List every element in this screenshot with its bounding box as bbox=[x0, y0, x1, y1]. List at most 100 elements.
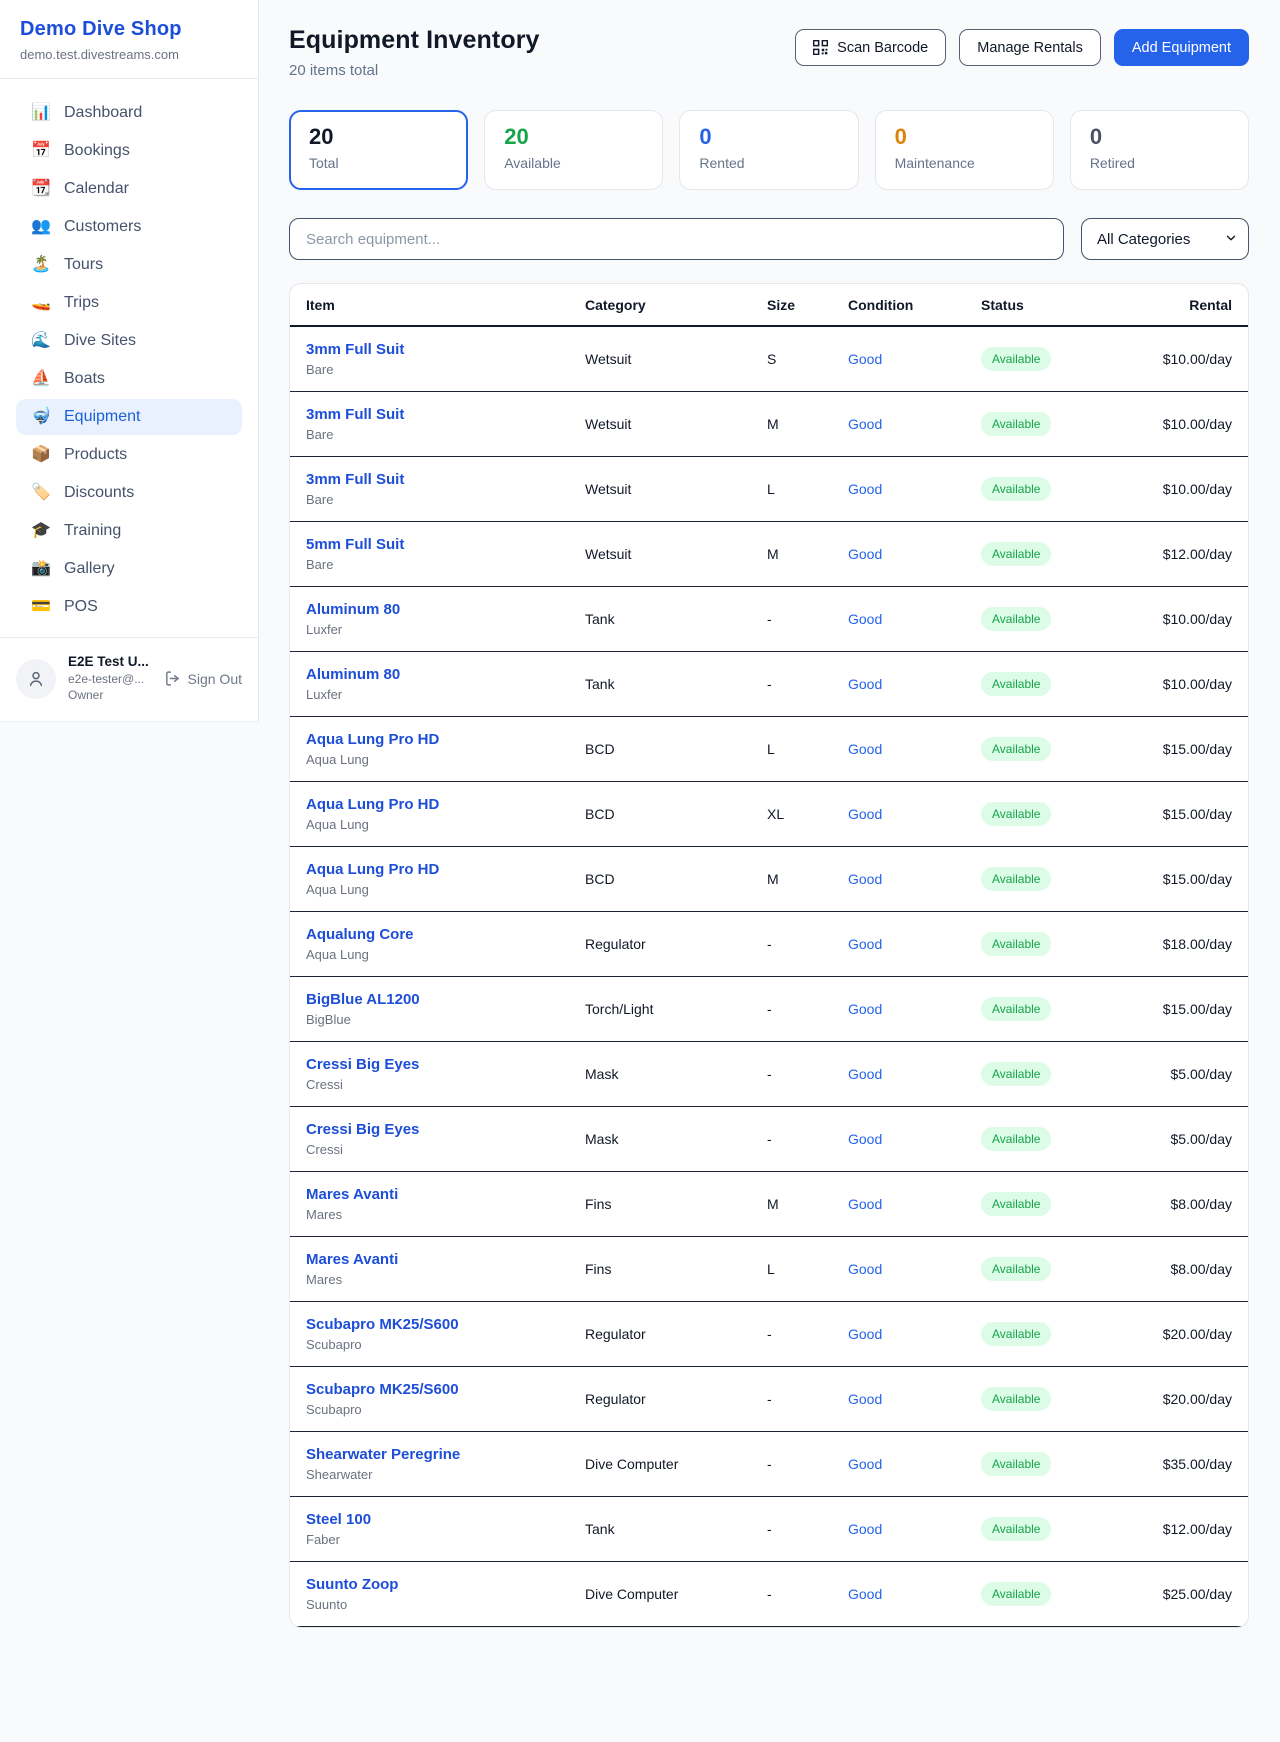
item-name-link[interactable]: Mares Avanti bbox=[306, 1251, 398, 1268]
sidebar: Demo Dive Shop demo.test.divestreams.com… bbox=[0, 0, 259, 722]
manage-rentals-button[interactable]: Manage Rentals bbox=[959, 29, 1101, 66]
item-name-link[interactable]: Aqua Lung Pro HD bbox=[306, 731, 439, 748]
item-cell: Aluminum 80 Luxfer bbox=[306, 666, 585, 702]
condition-link[interactable]: Good bbox=[848, 676, 882, 692]
item-size: - bbox=[767, 1326, 848, 1342]
condition-link[interactable]: Good bbox=[848, 936, 882, 952]
table-row: Shearwater Peregrine Shearwater Dive Com… bbox=[290, 1432, 1248, 1497]
stat-value: 0 bbox=[699, 124, 838, 150]
sidebar-item-label: Dive Sites bbox=[64, 332, 136, 350]
condition-link[interactable]: Good bbox=[848, 871, 882, 887]
sidebar-item-calendar[interactable]: 📆 Calendar bbox=[16, 171, 242, 207]
condition-link[interactable]: Good bbox=[848, 1001, 882, 1017]
sidebar-item-label: Training bbox=[64, 522, 121, 540]
item-rental: $18.00/day bbox=[1109, 936, 1232, 952]
table-row: Aqua Lung Pro HD Aqua Lung BCD XL Good A… bbox=[290, 782, 1248, 847]
sidebar-item-trips[interactable]: 🚤 Trips bbox=[16, 285, 242, 321]
condition-link[interactable]: Good bbox=[848, 1521, 882, 1537]
stat-card-retired[interactable]: 0 Retired bbox=[1070, 110, 1249, 190]
sidebar-item-training[interactable]: 🎓 Training bbox=[16, 513, 242, 549]
sidebar-item-bookings[interactable]: 📅 Bookings bbox=[16, 133, 242, 169]
sidebar-item-equipment[interactable]: 🤿 Equipment bbox=[16, 399, 242, 435]
stat-card-maintenance[interactable]: 0 Maintenance bbox=[875, 110, 1054, 190]
item-cell: Mares Avanti Mares bbox=[306, 1251, 585, 1287]
item-name-link[interactable]: 3mm Full Suit bbox=[306, 471, 404, 488]
sidebar-item-discounts[interactable]: 🏷️ Discounts bbox=[16, 475, 242, 511]
stat-value: 20 bbox=[309, 124, 448, 150]
item-size: L bbox=[767, 1261, 848, 1277]
sidebar-item-dashboard[interactable]: 📊 Dashboard bbox=[16, 95, 242, 131]
sidebar-item-tours[interactable]: 🏝️ Tours bbox=[16, 247, 242, 283]
stat-card-total[interactable]: 20 Total bbox=[289, 110, 468, 190]
condition-link[interactable]: Good bbox=[848, 611, 882, 627]
sidebar-item-pos[interactable]: 💳 POS bbox=[16, 589, 242, 625]
condition-link[interactable]: Good bbox=[848, 806, 882, 822]
item-name-link[interactable]: Cressi Big Eyes bbox=[306, 1121, 419, 1138]
condition-cell: Good bbox=[848, 1456, 981, 1472]
condition-link[interactable]: Good bbox=[848, 741, 882, 757]
item-name-link[interactable]: Aluminum 80 bbox=[306, 601, 400, 618]
item-name-link[interactable]: Shearwater Peregrine bbox=[306, 1446, 460, 1463]
item-size: - bbox=[767, 611, 848, 627]
category-select[interactable]: All Categories bbox=[1081, 218, 1249, 260]
condition-link[interactable]: Good bbox=[848, 1196, 882, 1212]
item-brand: Suunto bbox=[306, 1597, 585, 1612]
add-equipment-button[interactable]: Add Equipment bbox=[1114, 29, 1249, 66]
category-select-wrap: All Categories bbox=[1081, 218, 1249, 260]
item-cell: Aqua Lung Pro HD Aqua Lung bbox=[306, 796, 585, 832]
condition-link[interactable]: Good bbox=[848, 1066, 882, 1082]
stat-card-rented[interactable]: 0 Rented bbox=[679, 110, 858, 190]
item-name-link[interactable]: Suunto Zoop bbox=[306, 1576, 398, 1593]
sidebar-item-products[interactable]: 📦 Products bbox=[16, 437, 242, 473]
user-email: e2e-tester@... bbox=[68, 671, 152, 687]
status-cell: Available bbox=[981, 607, 1109, 631]
item-rental: $35.00/day bbox=[1109, 1456, 1232, 1472]
condition-link[interactable]: Good bbox=[848, 1261, 882, 1277]
item-name-link[interactable]: Aqualung Core bbox=[306, 926, 414, 943]
item-rental: $10.00/day bbox=[1109, 611, 1232, 627]
sidebar-item-gallery[interactable]: 📸 Gallery bbox=[16, 551, 242, 587]
status-badge: Available bbox=[981, 607, 1051, 631]
item-name-link[interactable]: Scubapro MK25/S600 bbox=[306, 1381, 459, 1398]
item-cell: Aluminum 80 Luxfer bbox=[306, 601, 585, 637]
table-row: Steel 100 Faber Tank - Good Available $1… bbox=[290, 1497, 1248, 1562]
sidebar-item-label: POS bbox=[64, 598, 98, 616]
condition-link[interactable]: Good bbox=[848, 1131, 882, 1147]
barcode-icon bbox=[813, 40, 828, 55]
condition-link[interactable]: Good bbox=[848, 481, 882, 497]
stat-card-available[interactable]: 20 Available bbox=[484, 110, 663, 190]
item-size: - bbox=[767, 936, 848, 952]
search-input[interactable] bbox=[289, 218, 1064, 260]
stat-label: Retired bbox=[1090, 155, 1229, 171]
item-name-link[interactable]: Aqua Lung Pro HD bbox=[306, 796, 439, 813]
item-name-link[interactable]: Aluminum 80 bbox=[306, 666, 400, 683]
condition-link[interactable]: Good bbox=[848, 1326, 882, 1342]
item-rental: $20.00/day bbox=[1109, 1391, 1232, 1407]
condition-link[interactable]: Good bbox=[848, 546, 882, 562]
item-name-link[interactable]: Aqua Lung Pro HD bbox=[306, 861, 439, 878]
item-name-link[interactable]: 3mm Full Suit bbox=[306, 341, 404, 358]
item-cell: BigBlue AL1200 BigBlue bbox=[306, 991, 585, 1027]
sign-out-button[interactable]: Sign Out bbox=[164, 670, 244, 687]
status-cell: Available bbox=[981, 1452, 1109, 1476]
item-name-link[interactable]: 3mm Full Suit bbox=[306, 406, 404, 423]
sidebar-item-customers[interactable]: 👥 Customers bbox=[16, 209, 242, 245]
condition-link[interactable]: Good bbox=[848, 416, 882, 432]
condition-link[interactable]: Good bbox=[848, 1586, 882, 1602]
item-name-link[interactable]: BigBlue AL1200 bbox=[306, 991, 420, 1008]
condition-link[interactable]: Good bbox=[848, 1391, 882, 1407]
item-name-link[interactable]: Cressi Big Eyes bbox=[306, 1056, 419, 1073]
scan-barcode-button[interactable]: Scan Barcode bbox=[795, 29, 946, 66]
item-name-link[interactable]: 5mm Full Suit bbox=[306, 536, 404, 553]
status-cell: Available bbox=[981, 542, 1109, 566]
gallery-icon: 📸 bbox=[31, 561, 51, 577]
condition-link[interactable]: Good bbox=[848, 351, 882, 367]
sidebar-item-label: Customers bbox=[64, 218, 141, 236]
condition-cell: Good bbox=[848, 1131, 981, 1147]
item-name-link[interactable]: Scubapro MK25/S600 bbox=[306, 1316, 459, 1333]
item-name-link[interactable]: Steel 100 bbox=[306, 1511, 371, 1528]
item-name-link[interactable]: Mares Avanti bbox=[306, 1186, 398, 1203]
sidebar-item-boats[interactable]: ⛵ Boats bbox=[16, 361, 242, 397]
sidebar-item-dive-sites[interactable]: 🌊 Dive Sites bbox=[16, 323, 242, 359]
condition-link[interactable]: Good bbox=[848, 1456, 882, 1472]
